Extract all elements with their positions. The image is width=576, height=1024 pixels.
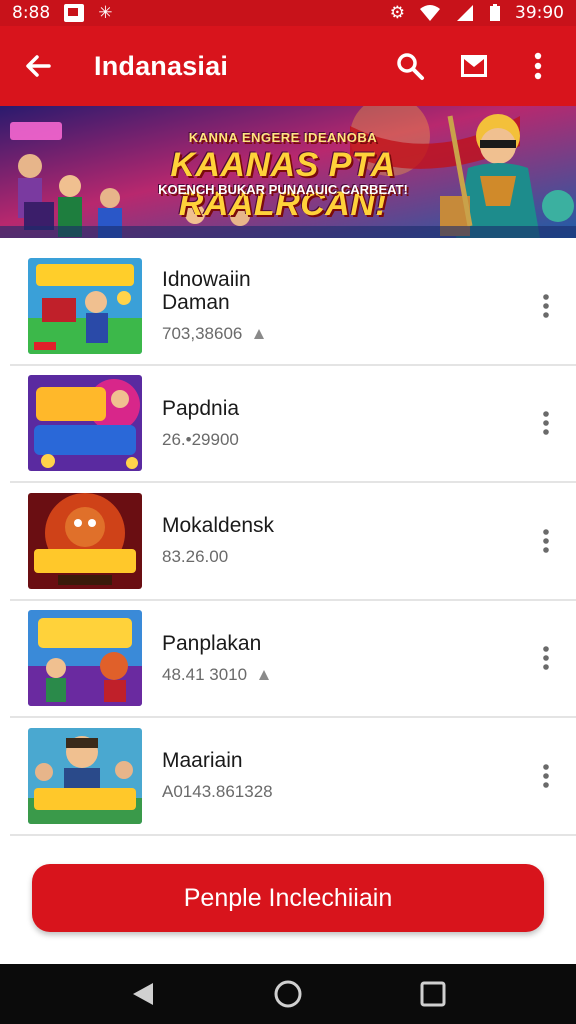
list-item-title: Mokaldensk [162,514,275,538]
list-item-title-line2: Daman [162,290,230,314]
signal-icon [457,5,473,21]
item-more-icon[interactable] [528,746,564,806]
list-item-value: 83.26.00 [162,547,229,567]
status-left: 8:88 ✳ [12,3,112,23]
list-item-title: Panplakan [162,631,262,655]
more-vert-icon[interactable] [516,44,560,88]
primary-action-button[interactable]: Penple Inclechiiain [32,864,544,932]
list-item[interactable]: Idnowaiin Daman 703,38606 [10,248,576,366]
list-item[interactable]: Mokaldensk 83.26.00 [10,483,576,601]
battery-icon [490,4,500,21]
coin-icon [259,669,270,680]
banner-tagline: KOENCH BUKAR PUNAAUIC CARBEAT! [158,182,408,197]
game-list: Idnowaiin Daman 703,38606 Papdnia 26.•29… [10,248,576,836]
page-title: Indanasiai [94,50,229,81]
list-item-text: Idnowaiin Daman 703,38606 [162,268,528,344]
list-item-text: Papdnia 26.•29900 [162,397,528,450]
list-item-subtitle: A0143.861328 [162,782,528,802]
back-arrow-icon[interactable] [16,44,60,88]
game-thumbnail [28,257,142,354]
list-item-value: 26.•29900 [162,429,239,449]
search-icon[interactable] [388,44,432,88]
back-triangle-icon[interactable] [113,964,173,1024]
list-item-value: A0143.861328 [162,782,273,802]
list-item-title: Idnowaiin [162,267,251,291]
sparkle-icon: ✳ [98,2,113,23]
promo-banner[interactable]: KANNA ENGERE IDEANOBA KAANAS PTA RAALRCA… [0,106,576,238]
item-more-icon[interactable] [528,628,564,688]
list-item-subtitle: 83.26.00 [162,547,528,567]
game-thumbnail [28,610,142,707]
list-item-value: 48.41 3010 [162,664,248,684]
list-item-title: Maariain [162,749,243,773]
coin-icon [254,328,265,339]
list-item[interactable]: Maariain A0143.861328 [10,718,576,836]
list-item-title: Papdnia [162,396,240,420]
game-thumbnail [28,375,142,472]
list-item[interactable]: Panplakan 48.41 3010 [10,601,576,718]
recents-square-icon[interactable] [403,964,463,1024]
list-item-text: Panplakan 48.41 3010 [162,632,528,685]
list-item-subtitle: 703,38606 [162,324,528,344]
list-item-value: 703,38606 [162,323,243,343]
cta-area: Penple Inclechiiain [0,840,576,964]
status-right: ⚙ 39:90 [390,3,564,23]
banner-subtitle: KANNA ENGERE IDEANOBA [188,130,378,145]
alarm-icon: ⚙ [389,2,405,23]
home-circle-icon[interactable] [258,964,318,1024]
item-more-icon[interactable] [528,393,564,453]
system-nav-bar [0,964,576,1024]
item-more-icon[interactable] [528,276,564,336]
item-more-icon[interactable] [528,511,564,571]
mail-icon[interactable] [452,44,496,88]
status-left-text: 8:88 [12,3,51,23]
list-item[interactable]: Papdnia 26.•29900 [10,366,576,483]
game-thumbnail [28,492,142,589]
list-item-text: Mokaldensk 83.26.00 [162,514,528,567]
app-bar: Indanasiai [0,26,576,106]
list-item-text: Maariain A0143.861328 [162,749,528,802]
wifi-icon [420,5,440,21]
status-time: 39:90 [515,3,564,23]
list-item-subtitle: 26.•29900 [162,430,528,450]
game-thumbnail [28,727,142,824]
notification-icon [64,4,85,22]
list-item-subtitle: 48.41 3010 [162,665,528,685]
status-bar: 8:88 ✳ ⚙ 39:90 [0,0,576,26]
